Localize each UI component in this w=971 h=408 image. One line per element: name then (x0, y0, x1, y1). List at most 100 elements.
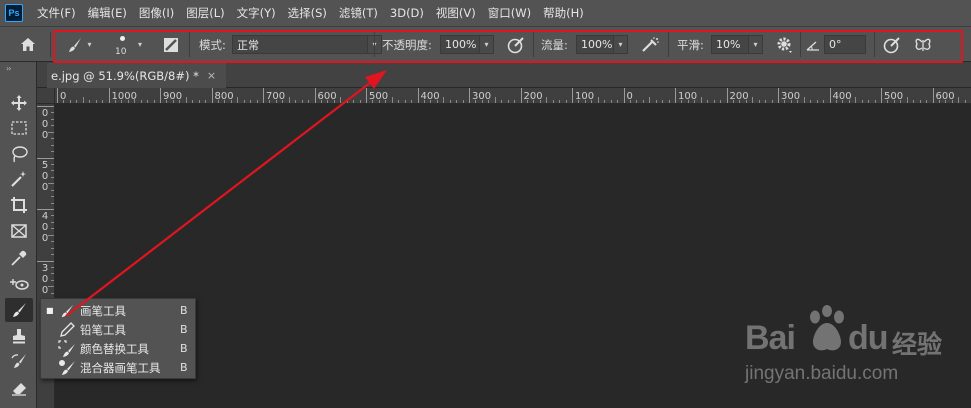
spot-healing-tool[interactable] (5, 272, 33, 296)
ruler-minor-tick (430, 100, 432, 103)
ruler-minor-tick (687, 100, 689, 103)
menu-bar: Ps 文件(F) 编辑(E) 图像(I) 图层(L) 文字(Y) 选择(S) 滤… (0, 0, 971, 26)
ruler-minor-tick (398, 100, 400, 103)
flyout-item-shortcut: B (180, 361, 188, 374)
ruler-major-tick (932, 88, 934, 103)
ruler-minor-tick (855, 97, 857, 103)
menu-type[interactable]: 文字(Y) (237, 5, 276, 21)
menu-help[interactable]: 帮助(H) (543, 5, 584, 21)
move-tool[interactable] (5, 91, 33, 115)
eyedropper-tool[interactable] (5, 246, 33, 270)
history-brush-tool[interactable] (5, 350, 33, 374)
ruler-minor-tick (456, 100, 458, 103)
frame-tool[interactable] (5, 219, 33, 243)
menu-filter[interactable]: 滤镜(T) (339, 5, 378, 21)
ruler-minor-tick (69, 100, 71, 103)
close-icon[interactable]: × (207, 69, 216, 82)
menu-edit[interactable]: 编辑(E) (88, 5, 127, 21)
ruler-minor-tick (958, 97, 960, 103)
home-button[interactable] (16, 27, 40, 62)
ruler-minor-tick (481, 100, 483, 103)
ruler-minor-tick (700, 97, 702, 103)
ruler-minor-tick (533, 100, 535, 103)
ruler-minor-tick (51, 254, 54, 256)
ruler-major-tick (829, 88, 831, 103)
pencil-icon (58, 321, 76, 339)
ruler-minor-tick (900, 100, 902, 103)
ruler-minor-tick (938, 100, 940, 103)
ruler-minor-tick (51, 221, 54, 223)
ruler-minor-tick (604, 100, 606, 103)
document-tab-title: e.jpg @ 51.9%(RGB/8#) * (51, 68, 199, 83)
menu-file[interactable]: 文件(F) (37, 5, 76, 21)
ruler-major-tick (623, 88, 625, 103)
ruler-minor-tick (893, 100, 895, 103)
ruler-major-tick (778, 88, 779, 103)
ruler-minor-tick (816, 100, 818, 103)
eraser-tool[interactable] (5, 376, 33, 400)
menu-window[interactable]: 窗口(W) (488, 5, 531, 21)
flyout-item-brush[interactable]: ■ 画笔工具 B (41, 301, 197, 320)
collapse-toolbar-icon[interactable]: ›› (6, 64, 12, 73)
ruler-minor-tick (51, 170, 54, 172)
clone-stamp-tool[interactable] (5, 324, 33, 348)
ruler-minor-tick (655, 100, 657, 103)
ruler-minor-tick (713, 100, 715, 103)
menu-view[interactable]: 视图(V) (436, 5, 476, 21)
lasso-tool[interactable] (5, 142, 33, 166)
mixer-brush-icon (58, 359, 76, 377)
ruler-minor-tick (584, 100, 586, 103)
marquee-tool[interactable] (5, 116, 33, 140)
ruler-minor-tick (745, 100, 747, 103)
ruler-minor-tick (642, 100, 644, 103)
ruler-minor-tick (89, 100, 91, 103)
horizontal-ruler[interactable]: 0 1000 900 800 700 600 500 400 300 200 100 0 100 200 3… (55, 88, 971, 104)
ruler-minor-tick (649, 97, 651, 103)
ruler-major-tick (57, 88, 58, 103)
ruler-tick-label: 3 0 0 (41, 262, 49, 296)
magic-wand-tool[interactable] (5, 167, 33, 191)
ruler-tick-label: 0 0 0 (41, 108, 49, 141)
color-replacement-icon (58, 339, 76, 358)
brush-tool[interactable] (5, 298, 33, 322)
ruler-minor-tick (147, 100, 149, 103)
ruler-minor-tick (153, 100, 155, 103)
menu-select[interactable]: 选择(S) (288, 5, 327, 21)
watermark-url: jingyan.baidu.com (745, 363, 899, 384)
ruler-minor-tick (256, 100, 258, 103)
ruler-minor-tick (346, 100, 348, 103)
ruler-minor-tick (565, 100, 567, 103)
ruler-minor-tick (906, 97, 908, 103)
flyout-item-mixer-brush[interactable]: 混合器画笔工具 B (41, 358, 197, 377)
crop-tool[interactable] (5, 193, 33, 217)
ruler-minor-tick (353, 100, 355, 103)
flyout-item-color-replacement[interactable]: 颜色替换工具 B (41, 339, 197, 358)
ruler-minor-tick (404, 100, 406, 103)
ruler-major-tick (417, 88, 419, 103)
ruler-major-tick (211, 88, 213, 103)
ruler-tick-label: 5 0 0 (41, 159, 49, 193)
ruler-minor-tick (51, 228, 54, 230)
ruler-minor-tick (95, 100, 97, 103)
healing-icon (10, 279, 29, 290)
menu-image[interactable]: 图像(I) (139, 5, 174, 21)
ruler-minor-tick (868, 100, 870, 103)
ruler-minor-tick (288, 97, 290, 103)
flyout-item-shortcut: B (180, 342, 188, 355)
ruler-minor-tick (720, 100, 722, 103)
ruler-minor-tick (668, 100, 670, 103)
document-tab[interactable]: e.jpg @ 51.9%(RGB/8#) * × (47, 63, 227, 88)
ruler-major-tick (675, 88, 676, 103)
menu-layer[interactable]: 图层(L) (186, 5, 224, 21)
ruler-minor-tick (250, 100, 252, 103)
ruler-minor-tick (758, 100, 760, 103)
ruler-minor-tick (945, 100, 947, 103)
ruler-minor-tick (964, 100, 966, 103)
ruler-minor-tick (797, 100, 799, 103)
ruler-minor-tick (514, 100, 516, 103)
ruler-major-tick (37, 260, 54, 262)
ruler-minor-tick (488, 100, 490, 103)
menu-3d[interactable]: 3D(D) (390, 6, 424, 20)
ruler-minor-tick (51, 202, 54, 204)
flyout-item-pencil[interactable]: 铅笔工具 B (41, 320, 197, 339)
